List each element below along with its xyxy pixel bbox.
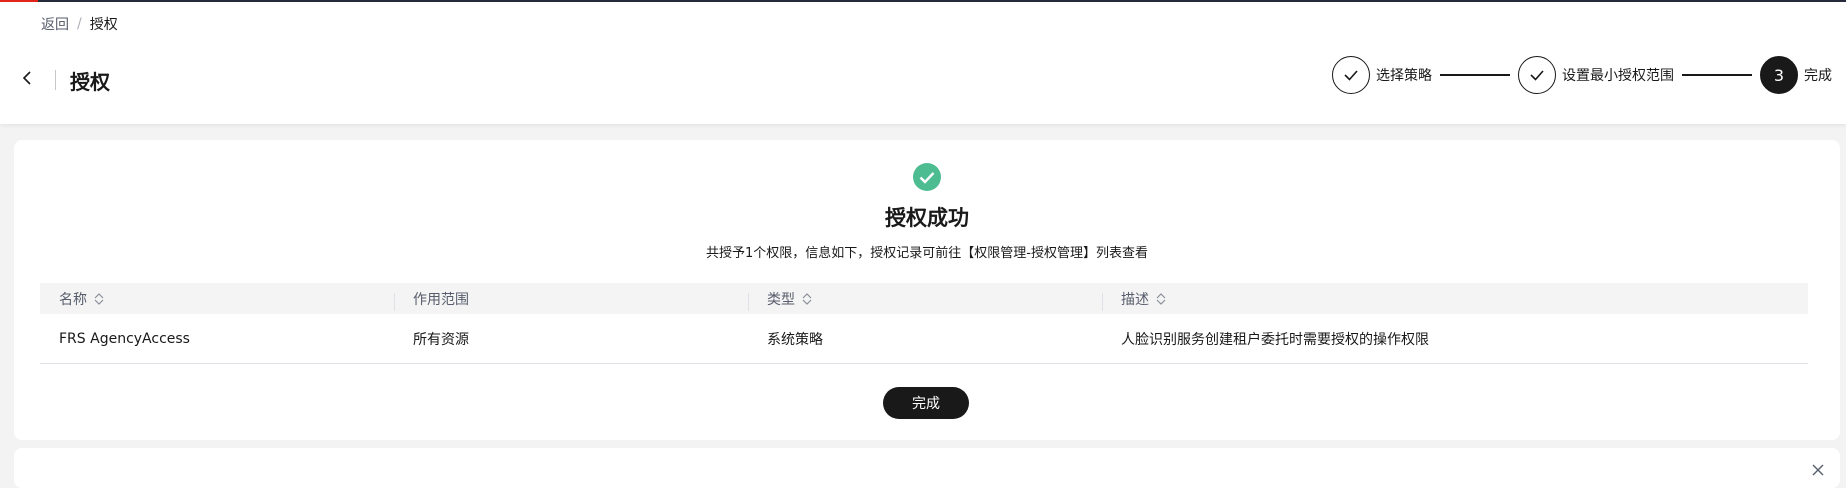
back-button[interactable] [18,68,38,88]
page-title: 授权 [70,70,110,94]
column-header-description[interactable]: 描述 [1102,289,1808,311]
step-done-circle [1332,56,1370,94]
column-label: 作用范围 [413,291,469,308]
secondary-card [14,448,1840,488]
sort-icon[interactable] [1155,292,1167,306]
cell-description: 人脸识别服务创建租户委托时需要授权的操作权限 [1121,331,1429,348]
step-set-scope: 设置最小授权范围 [1518,56,1674,94]
table-header: 名称 作用范围 类型 描述 [40,283,1808,314]
breadcrumb-back-link[interactable]: 返回 [41,14,69,34]
title-divider [55,70,56,90]
step-select-policy: 选择策略 [1332,56,1432,94]
sort-icon[interactable] [801,292,813,306]
column-label: 名称 [59,291,87,308]
column-header-scope: 作用范围 [394,289,748,311]
step-done-circle [1518,56,1556,94]
column-header-type[interactable]: 类型 [748,289,1102,311]
page-header: 返回 / 授权 授权 选择策略 设置最小授权范围 3 完成 [0,2,1846,124]
sort-icon[interactable] [93,292,105,306]
step-current-circle: 3 [1760,56,1798,94]
chevron-left-icon [22,71,31,85]
step-label: 选择策略 [1376,68,1432,84]
cell-type: 系统策略 [767,331,823,348]
column-header-name[interactable]: 名称 [40,289,394,309]
close-icon[interactable] [1810,462,1826,478]
done-button[interactable]: 完成 [883,387,969,419]
step-connector [1682,74,1752,76]
step-label: 完成 [1804,68,1832,84]
check-icon [1530,70,1544,81]
result-card: 授权成功 共授予1个权限，信息如下，授权记录可前往【权限管理-授权管理】列表查看… [14,140,1840,440]
check-icon [1344,70,1358,81]
breadcrumb: 返回 / 授权 [41,14,118,34]
step-label: 设置最小授权范围 [1562,68,1674,84]
breadcrumb-current: 授权 [89,17,118,33]
cell-name: FRS AgencyAccess [59,330,190,347]
permission-table: 名称 作用范围 类型 描述 FRS AgencyAccess 所有资源 系统策略… [40,283,1808,364]
breadcrumb-separator: / [77,16,82,32]
success-description: 共授予1个权限，信息如下，授权记录可前往【权限管理-授权管理】列表查看 [706,246,1148,261]
table-row: FRS AgencyAccess 所有资源 系统策略 人脸识别服务创建租户委托时… [40,314,1808,364]
cell-scope: 所有资源 [413,331,469,348]
column-label: 描述 [1121,291,1149,308]
success-title: 授权成功 [885,206,969,230]
step-connector [1440,74,1510,76]
step-indicator: 选择策略 设置最小授权范围 3 完成 [1332,56,1832,94]
step-complete: 3 完成 [1760,56,1832,94]
column-label: 类型 [767,291,795,308]
success-check-icon [913,163,941,191]
